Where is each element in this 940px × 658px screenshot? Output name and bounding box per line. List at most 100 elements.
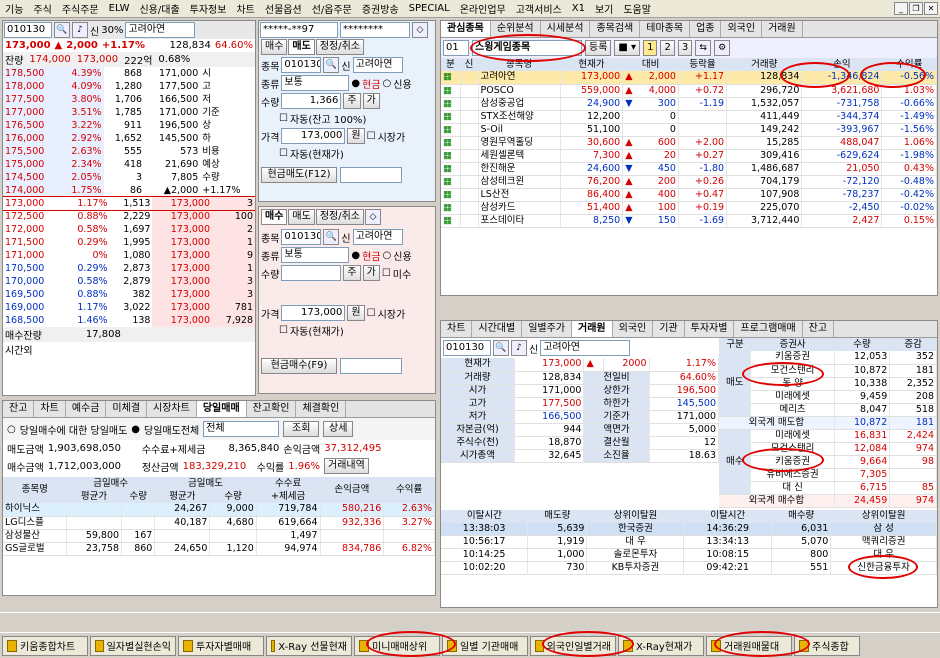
taskbar-item[interactable]: X-Ray현재가 bbox=[618, 635, 704, 656]
page-2-button[interactable]: 2 bbox=[660, 40, 675, 56]
won-button[interactable]: 원 bbox=[347, 128, 365, 144]
stock-name-cell[interactable]: 포스데이타 bbox=[478, 214, 561, 228]
tab-balance-0[interactable]: 잔고 bbox=[3, 401, 35, 417]
password-input[interactable]: ******** bbox=[340, 22, 410, 38]
taskbar-item[interactable]: 미니매매상위 bbox=[354, 635, 440, 656]
broker-row[interactable]: 메리츠 8,047 518 bbox=[719, 403, 937, 417]
stock-name-cell[interactable]: STX조선해양 bbox=[478, 110, 561, 124]
menu-item[interactable]: 투자정보 bbox=[185, 1, 232, 16]
qty-price-button[interactable]: 가 bbox=[362, 93, 380, 109]
menu-item[interactable]: SPECIAL bbox=[404, 3, 455, 14]
menu-item[interactable]: 선물옵션 bbox=[260, 1, 307, 16]
market-checkbox[interactable]: ☐ bbox=[367, 131, 376, 142]
taskbar-item[interactable]: X-Ray 선물현재 bbox=[266, 635, 352, 656]
news-icon[interactable]: ▦ bbox=[441, 149, 461, 163]
tab-modify[interactable]: 정정/취소 bbox=[315, 209, 364, 225]
restore-icon[interactable]: ❐ bbox=[909, 2, 923, 15]
stock-name-cell[interactable]: 삼성테크윈 bbox=[478, 175, 561, 189]
filter-select[interactable]: 전체 bbox=[203, 421, 280, 437]
query-button[interactable]: 조회 bbox=[283, 421, 320, 437]
news-icon[interactable]: ▦ bbox=[441, 175, 461, 189]
credit-radio[interactable]: ○ bbox=[383, 250, 392, 261]
eraser-icon[interactable]: ◇ bbox=[364, 209, 381, 225]
column-header[interactable]: 거래량 bbox=[726, 58, 802, 71]
table-row[interactable]: GS글로벌 23,758 860 24,650 1,120 94,974 834,786 6.… bbox=[3, 542, 435, 556]
menu-item[interactable]: 주식 bbox=[28, 1, 56, 16]
settings-icon[interactable]: ⚙ bbox=[714, 40, 731, 56]
news-icon[interactable]: ▦ bbox=[441, 188, 461, 202]
order-kind-select[interactable]: 보통 bbox=[281, 247, 350, 263]
tab-balance-6[interactable]: 잔고확인 bbox=[247, 401, 297, 417]
tab-watch-7[interactable]: 거래원 bbox=[762, 21, 803, 37]
table-row[interactable]: 삼성물산 59,800 167 1,497 bbox=[3, 529, 435, 543]
menu-item[interactable]: 고객서비스 bbox=[511, 1, 567, 16]
broker-row[interactable]: 미래에셋 9,459 208 bbox=[719, 390, 937, 404]
tab-modify[interactable]: 정정/취소 bbox=[315, 39, 364, 55]
stock-name-field[interactable]: 고려아연 bbox=[125, 22, 196, 38]
trader-code-input[interactable]: 010130 bbox=[443, 340, 491, 356]
table-row[interactable]: ▦ 삼성테크윈 76,200 ▲ 200 +0.26 704,179 -72,120 -0.48… bbox=[441, 175, 937, 189]
stock-name-cell[interactable]: 삼성카드 bbox=[478, 201, 561, 215]
broker-row[interactable]: 모건스탠리 12,084 974 bbox=[719, 442, 937, 456]
minimize-icon[interactable]: _ bbox=[894, 2, 908, 15]
menu-item[interactable]: 증권방송 bbox=[357, 1, 404, 16]
column-header[interactable]: 수익률 bbox=[881, 58, 937, 71]
qty-input[interactable]: 1,366 bbox=[281, 93, 342, 109]
table-row[interactable]: ▦ STX조선해양 12,200 0 411,449 -344,374 -1.49% bbox=[441, 110, 937, 124]
tab-trader-5[interactable]: 기관 bbox=[653, 321, 685, 337]
stock-name-cell[interactable]: 한진해운 bbox=[478, 162, 561, 176]
taskbar-item[interactable]: 거래원매물대 bbox=[706, 635, 792, 656]
column-header[interactable]: 현재가 bbox=[560, 58, 623, 71]
stock-name-cell[interactable]: 삼성중공업 bbox=[478, 97, 561, 111]
news-icon[interactable]: ▦ bbox=[441, 214, 461, 228]
news-icon[interactable]: ▦ bbox=[441, 123, 461, 137]
table-row[interactable]: ▦ 한진해운 24,600 ▼ 450 -1.80 1,486,687 21,050 0.43% bbox=[441, 162, 937, 176]
auto-price-checkbox[interactable]: ☐ bbox=[279, 148, 288, 159]
won-button[interactable]: 원 bbox=[347, 305, 365, 321]
search-icon[interactable]: 🔍 bbox=[323, 229, 340, 245]
broker-row[interactable]: 대 신 6,715 85 bbox=[719, 481, 937, 495]
sell-amount-field[interactable] bbox=[340, 167, 402, 183]
tab-balance-7[interactable]: 체결확인 bbox=[296, 401, 347, 417]
table-row[interactable]: ▦ 삼성카드 51,400 ▲ 100 +0.19 225,070 -2,450 -0.02% bbox=[441, 201, 937, 215]
taskbar-item[interactable]: 일자별실현손익 bbox=[90, 635, 176, 656]
qty-price-button[interactable]: 가 bbox=[362, 265, 380, 281]
news-icon[interactable]: ▦ bbox=[441, 97, 461, 111]
radio-sell-of-buy[interactable]: ○ bbox=[7, 424, 16, 435]
close-icon[interactable]: ✕ bbox=[924, 2, 938, 15]
table-row[interactable]: ▦ 삼성중공업 24,900 ▼ 300 -1.19 1,532,057 -731,758 -0… bbox=[441, 97, 937, 111]
tab-balance-3[interactable]: 미체결 bbox=[106, 401, 148, 417]
qty-share-button[interactable]: 주 bbox=[343, 93, 361, 109]
column-header[interactable]: 종목명 bbox=[478, 58, 561, 71]
history-button[interactable]: 거래내역 bbox=[324, 458, 369, 474]
stock-name-cell[interactable]: 영원무역홀딩 bbox=[478, 136, 561, 150]
table-row[interactable]: 13:38:03 5,639 한국증권 14:36:29 6,031 삼 성 bbox=[441, 522, 937, 536]
taskbar-item[interactable]: 키움종합차트 bbox=[2, 635, 88, 656]
buy-amount-field[interactable] bbox=[340, 358, 402, 374]
detail-button[interactable]: 상세 bbox=[323, 421, 354, 437]
group-number[interactable]: 01 bbox=[443, 40, 469, 56]
market-checkbox[interactable]: ☐ bbox=[367, 308, 376, 319]
table-row[interactable]: ▦ POSCO 559,000 ▲ 4,000 +0.72 296,720 3,621,680… bbox=[441, 84, 937, 98]
tab-trader-7[interactable]: 프로그램매매 bbox=[734, 321, 803, 337]
news-icon[interactable]: ▦ bbox=[441, 136, 461, 150]
tab-watch-4[interactable]: 테마종목 bbox=[640, 21, 691, 37]
taskbar-item[interactable]: 주식종합 bbox=[794, 635, 860, 656]
tab-buy[interactable]: 매수 bbox=[261, 39, 288, 55]
tab-watch-1[interactable]: 순위분석 bbox=[491, 21, 541, 37]
taskbar-item[interactable]: 일별 기관매매 bbox=[442, 635, 528, 656]
cash-sell-button[interactable]: 현금매도(F12) bbox=[261, 167, 337, 183]
news-icon[interactable]: ▦ bbox=[441, 110, 461, 124]
page-3-button[interactable]: 3 bbox=[677, 40, 693, 56]
cash-buy-button[interactable]: 현금매수(F9) bbox=[261, 358, 337, 374]
tab-watch-3[interactable]: 종목검색 bbox=[590, 21, 641, 37]
tab-trader-3[interactable]: 거래원 bbox=[572, 321, 613, 337]
table-row[interactable]: ▦ LS산전 86,400 ▲ 400 +0.47 107,908 -78,237 -0.42% bbox=[441, 188, 937, 202]
order-kind-select[interactable]: 보통 bbox=[281, 75, 350, 91]
column-header[interactable]: 분 bbox=[441, 58, 461, 71]
table-row[interactable]: ▦ 세원셀론텍 7,300 ▲ 20 +0.27 309,416 -629,624 -1.98% bbox=[441, 149, 937, 163]
tab-balance-5[interactable]: 당일매매 bbox=[196, 401, 247, 417]
tab-balance-2[interactable]: 예수금 bbox=[66, 401, 107, 417]
broker-row[interactable]: 동 양 10,338 2,352 bbox=[719, 377, 937, 391]
table-row[interactable]: ▦ 고려아연 173,000 ▲ 2,000 +1.17 128,834 -1,346,824… bbox=[441, 71, 937, 85]
